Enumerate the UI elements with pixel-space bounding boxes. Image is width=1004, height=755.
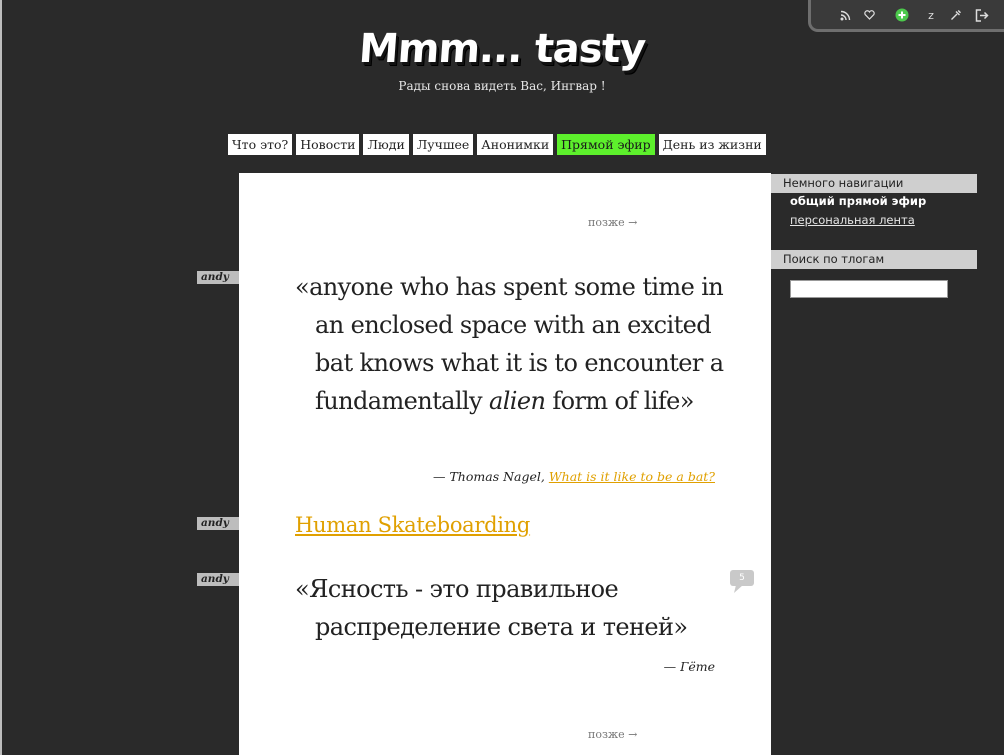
- nav-item-news[interactable]: Новости: [296, 134, 360, 155]
- sidebar-nav-heading: Немного навигации: [771, 174, 977, 193]
- nav-item-best[interactable]: Лучшее: [412, 134, 474, 155]
- sidebar-item-personal-feed[interactable]: персональная лента: [790, 213, 915, 227]
- feed-column: позже → «anyone who has spent some time …: [239, 173, 771, 755]
- greeting-text: Рады снова видеть Вас, Ингвар !: [398, 79, 606, 93]
- author-tag[interactable]: andy: [197, 517, 239, 530]
- quote-source: — Гёте: [663, 659, 715, 674]
- site-logo[interactable]: Mmm... tasty: [0, 26, 1004, 72]
- later-link[interactable]: позже →: [588, 728, 637, 741]
- search-input[interactable]: [790, 280, 948, 298]
- nav-item-about[interactable]: Что это?: [228, 134, 293, 155]
- sidebar-item-live-feed[interactable]: общий прямой эфир: [790, 194, 926, 208]
- tools-icon[interactable]: [948, 7, 964, 23]
- quote-open: «: [295, 575, 310, 603]
- rss-icon[interactable]: [837, 7, 853, 23]
- quote-post: «Ясность - это правильное распределение …: [295, 570, 735, 646]
- quote-text-end: form of life: [545, 387, 680, 415]
- add-icon[interactable]: [894, 7, 910, 23]
- quote-close: »: [679, 387, 695, 415]
- author-tag[interactable]: andy: [197, 271, 239, 284]
- sleep-icon[interactable]: z: [923, 7, 939, 23]
- main-nav: Что это? Новости Люди Лучшее Анонимки Пр…: [228, 134, 766, 155]
- logout-icon[interactable]: [974, 7, 990, 23]
- sidebar-search-heading: Поиск по тлогам: [771, 250, 977, 269]
- quote-author: — Thomas Nagel,: [433, 469, 549, 484]
- heart-icon[interactable]: [861, 7, 877, 23]
- later-link[interactable]: позже →: [588, 216, 637, 229]
- nav-item-people[interactable]: Люди: [363, 134, 409, 155]
- nav-item-anonymous[interactable]: Анонимки: [477, 134, 554, 155]
- quote-text: Ясность - это правильное распределение с…: [309, 575, 674, 641]
- quote-close: »: [673, 613, 688, 641]
- comments-icon[interactable]: 5: [730, 570, 756, 598]
- quote-open: «: [295, 273, 310, 301]
- quote-source: — Thomas Nagel, What is it like to be a …: [433, 469, 715, 484]
- quote-source-link[interactable]: What is it like to be a bat?: [549, 469, 715, 484]
- nav-item-live[interactable]: Прямой эфир: [557, 134, 655, 155]
- link-post[interactable]: Human Skateboarding: [295, 513, 530, 537]
- nav-item-day-in-life[interactable]: День из жизни: [658, 134, 766, 155]
- quote-emphasis: alien: [488, 387, 546, 415]
- window-frame-left: [0, 0, 2, 755]
- comments-count: 5: [739, 573, 745, 583]
- author-tag[interactable]: andy: [197, 573, 239, 586]
- quote-post: «anyone who has spent some time in an en…: [295, 268, 735, 420]
